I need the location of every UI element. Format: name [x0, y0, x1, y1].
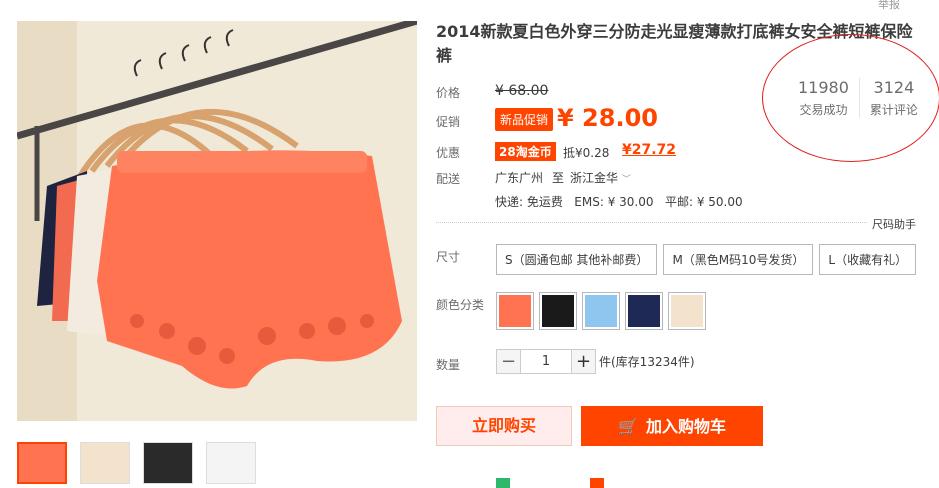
- promo-badge: 新品促销: [495, 108, 554, 131]
- original-price: ¥ 68.00: [495, 83, 549, 99]
- thumbnail-1[interactable]: [17, 442, 67, 484]
- service-icon-red: [590, 478, 604, 488]
- color-swatch-blue[interactable]: [582, 292, 620, 330]
- thumbnail-4[interactable]: [206, 442, 256, 484]
- quantity-stepper: − 1 + 件(库存13234件): [496, 349, 695, 374]
- add-to-cart-label: 加入购物车: [645, 417, 726, 436]
- buy-now-button[interactable]: 立即购买: [436, 406, 572, 446]
- shipping-label: 配送: [436, 172, 461, 186]
- quantity-decrease-button[interactable]: −: [496, 349, 521, 374]
- ship-to-word: 至: [552, 171, 565, 185]
- price-label: 价格: [436, 86, 461, 100]
- size-option-l[interactable]: L（收藏有礼）: [819, 244, 917, 275]
- size-option-s[interactable]: S（圆通包邮 其他补邮费）: [496, 244, 658, 275]
- report-link[interactable]: 举报: [878, 0, 900, 12]
- size-options: S（圆通包邮 其他补邮费） M（黑色M码10号发货） L（收藏有礼）: [496, 244, 917, 275]
- size-helper-link[interactable]: 尺码助手: [868, 216, 916, 232]
- divider: [436, 222, 911, 223]
- service-icon-green: [496, 478, 510, 488]
- chevron-down-icon: ﹀: [621, 175, 631, 185]
- quantity-increase-button[interactable]: +: [571, 349, 596, 374]
- thumbnail-2[interactable]: [80, 442, 130, 484]
- promo-label: 促销: [436, 115, 461, 129]
- cart-icon: 🛒: [618, 417, 638, 436]
- ship-to-select[interactable]: 浙江金华 ﹀: [570, 169, 631, 186]
- ship-from: 广东广州: [495, 171, 544, 185]
- color-swatch-cream[interactable]: [668, 292, 706, 330]
- discount-label: 优惠: [436, 146, 461, 160]
- stock-text: 件(库存13234件): [599, 355, 695, 369]
- promo-price: ¥ 28.00: [557, 104, 658, 132]
- coin-badge: 28淘金币: [495, 142, 556, 161]
- thumbnail-strip: [17, 442, 256, 484]
- add-to-cart-button[interactable]: 🛒 加入购物车: [581, 406, 763, 446]
- color-swatch-coral[interactable]: [496, 292, 534, 330]
- quantity-input[interactable]: 1: [521, 349, 571, 374]
- shipping-fees: 快递: 免运费 EMS: ¥ 30.00 平邮: ¥ 50.00: [495, 195, 743, 209]
- color-swatch-black[interactable]: [539, 292, 577, 330]
- coin-deduct: 抵¥0.28: [563, 146, 610, 160]
- color-swatch-navy[interactable]: [625, 292, 663, 330]
- coin-price-link[interactable]: ¥27.72: [622, 142, 676, 158]
- ship-to: 浙江金华: [570, 171, 619, 185]
- annotation-circle: [762, 34, 939, 162]
- size-option-m[interactable]: M（黑色M码10号发货）: [663, 244, 814, 275]
- quantity-label: 数量: [436, 358, 461, 372]
- color-label: 颜色分类: [436, 298, 485, 312]
- thumbnail-3[interactable]: [143, 442, 193, 484]
- color-options: [496, 292, 706, 330]
- product-photo: [17, 21, 417, 421]
- product-main-image[interactable]: [17, 21, 417, 421]
- size-label: 尺寸: [436, 250, 461, 264]
